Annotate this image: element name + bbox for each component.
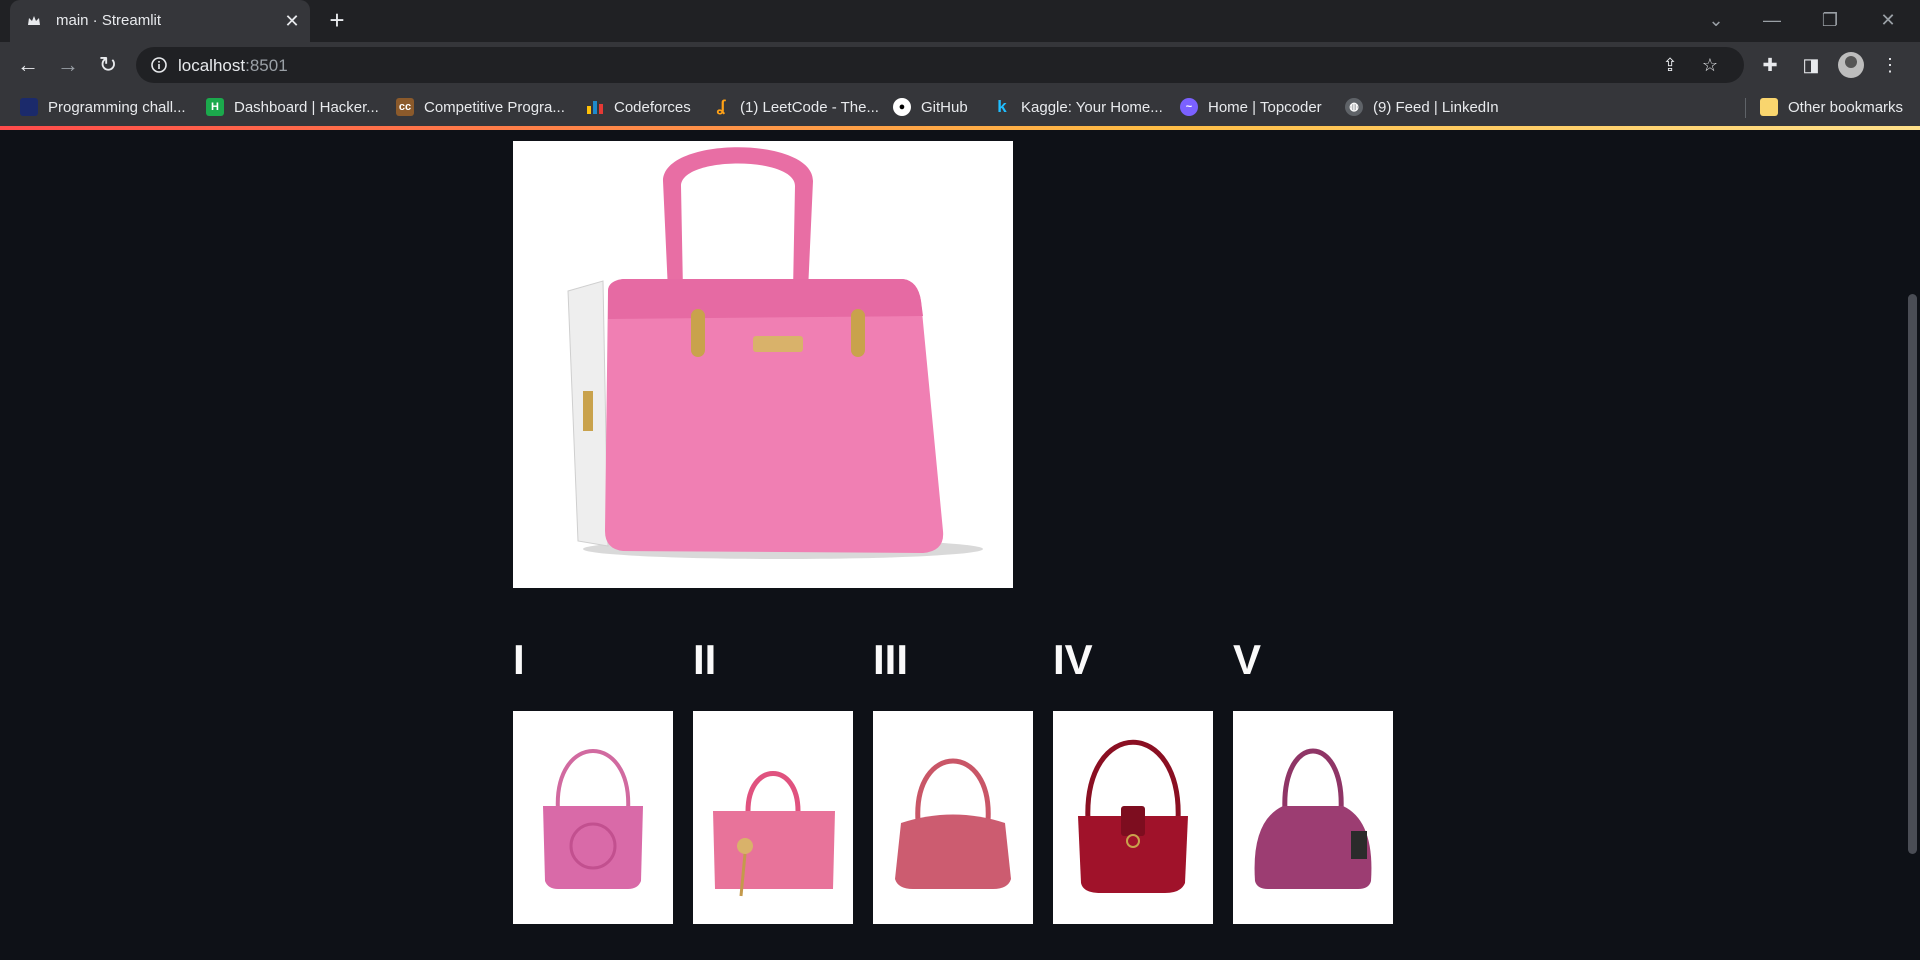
github-icon: ● [893,98,911,116]
recommendation-image-5 [1233,711,1393,924]
url-text: localhost:8501 [178,56,288,76]
tab-title: main · Streamlit [56,12,162,29]
kaggle-icon: k [997,97,1007,116]
window-close-icon[interactable]: ✕ [1874,6,1902,34]
bookmark-topcoder[interactable]: ~ Home | Topcoder [1180,88,1322,126]
recommendation-image-4 [1053,711,1213,924]
minimize-icon[interactable]: — [1758,6,1786,34]
bookmark-codeforces[interactable]: Codeforces [586,88,691,126]
menu-dots-icon[interactable]: ⋮ [1876,51,1904,79]
bookmarks-bar: Programming chall... H Dashboard | Hacke… [0,88,1920,126]
browser-toolbar: ← → ↻ localhost:8501 ⇪ ☆ ✚ ◨ ⋮ [0,42,1920,88]
main-product-image [513,141,1013,588]
profile-avatar[interactable] [1838,52,1864,78]
bookmark-label: (9) Feed | LinkedIn [1373,98,1499,116]
scrollbar-thumb[interactable] [1908,294,1917,854]
globe-icon: ◍ [1345,98,1363,116]
recommendation-image-2 [693,711,853,924]
url-host: localhost [178,56,246,75]
recommendation-label-5: V [1233,636,1262,683]
star-icon[interactable]: ☆ [1698,53,1722,77]
recommendation-label-2: II [693,636,717,683]
info-icon[interactable] [150,56,168,74]
bookmark-label: Home | Topcoder [1208,98,1322,116]
tab-close-icon[interactable]: ✕ [282,11,302,31]
bookmark-github[interactable]: ● GitHub [893,88,968,126]
new-tab-button[interactable]: + [325,7,349,33]
reload-icon[interactable]: ↻ [94,51,122,79]
topcoder-icon: ~ [1180,98,1198,116]
browser-tab[interactable]: main · Streamlit ✕ [10,0,310,42]
other-bookmarks[interactable]: Other bookmarks [1760,88,1903,126]
bookmark-label: Codeforces [614,98,691,116]
recommendation-image-1 [513,711,673,924]
bookmark-label: Kaggle: Your Home... [1021,98,1163,116]
codechef-icon: cc [396,98,414,116]
folder-icon [1760,98,1778,116]
share-icon[interactable]: ⇪ [1658,53,1682,77]
recommendation-image-3 [873,711,1033,924]
tab-search-icon[interactable]: ⌄ [1702,6,1730,34]
bookmark-label: Programming chall... [48,98,186,116]
restore-icon[interactable]: ❐ [1816,6,1844,34]
bookmarks-divider [1745,98,1746,118]
app-content: I II III IV V [0,130,1920,960]
forward-arrow-icon[interactable]: → [54,51,82,79]
leetcode-icon: ʆ [716,98,726,115]
bookmark-kaggle[interactable]: k Kaggle: Your Home... [993,88,1163,126]
bookmark-programming-challenges[interactable]: Programming chall... [20,88,186,126]
bookmark-codechef[interactable]: cc Competitive Progra... [396,88,565,126]
bookmark-label: Dashboard | Hacker... [234,98,379,116]
bookmark-label: GitHub [921,98,968,116]
bookmark-hackerrank[interactable]: H Dashboard | Hacker... [206,88,379,126]
page-scrollbar[interactable] [1905,130,1920,960]
tab-strip: main · Streamlit ✕ + ⌄ — ❐ ✕ [0,0,1920,42]
square-icon [20,98,38,116]
url-port: :8501 [245,56,288,75]
hackerrank-icon: H [206,98,224,116]
recommendation-label-3: III [873,636,909,683]
extensions-puzzle-icon[interactable]: ✚ [1756,51,1784,79]
address-bar[interactable]: localhost:8501 ⇪ ☆ [136,47,1744,83]
bookmark-leetcode[interactable]: ʆ (1) LeetCode - The... [712,88,879,126]
recommendation-label-4: IV [1053,636,1093,683]
codeforces-icon [587,101,603,114]
streamlit-crown-icon [28,16,40,25]
bookmark-label: Competitive Progra... [424,98,565,116]
back-arrow-icon[interactable]: ← [14,51,42,79]
bookmark-label: (1) LeetCode - The... [740,98,879,116]
other-bookmarks-label: Other bookmarks [1788,98,1904,116]
side-panel-icon[interactable]: ◨ [1797,51,1825,79]
recommendation-label-1: I [513,636,525,683]
bookmark-linkedin[interactable]: ◍ (9) Feed | LinkedIn [1345,88,1499,126]
